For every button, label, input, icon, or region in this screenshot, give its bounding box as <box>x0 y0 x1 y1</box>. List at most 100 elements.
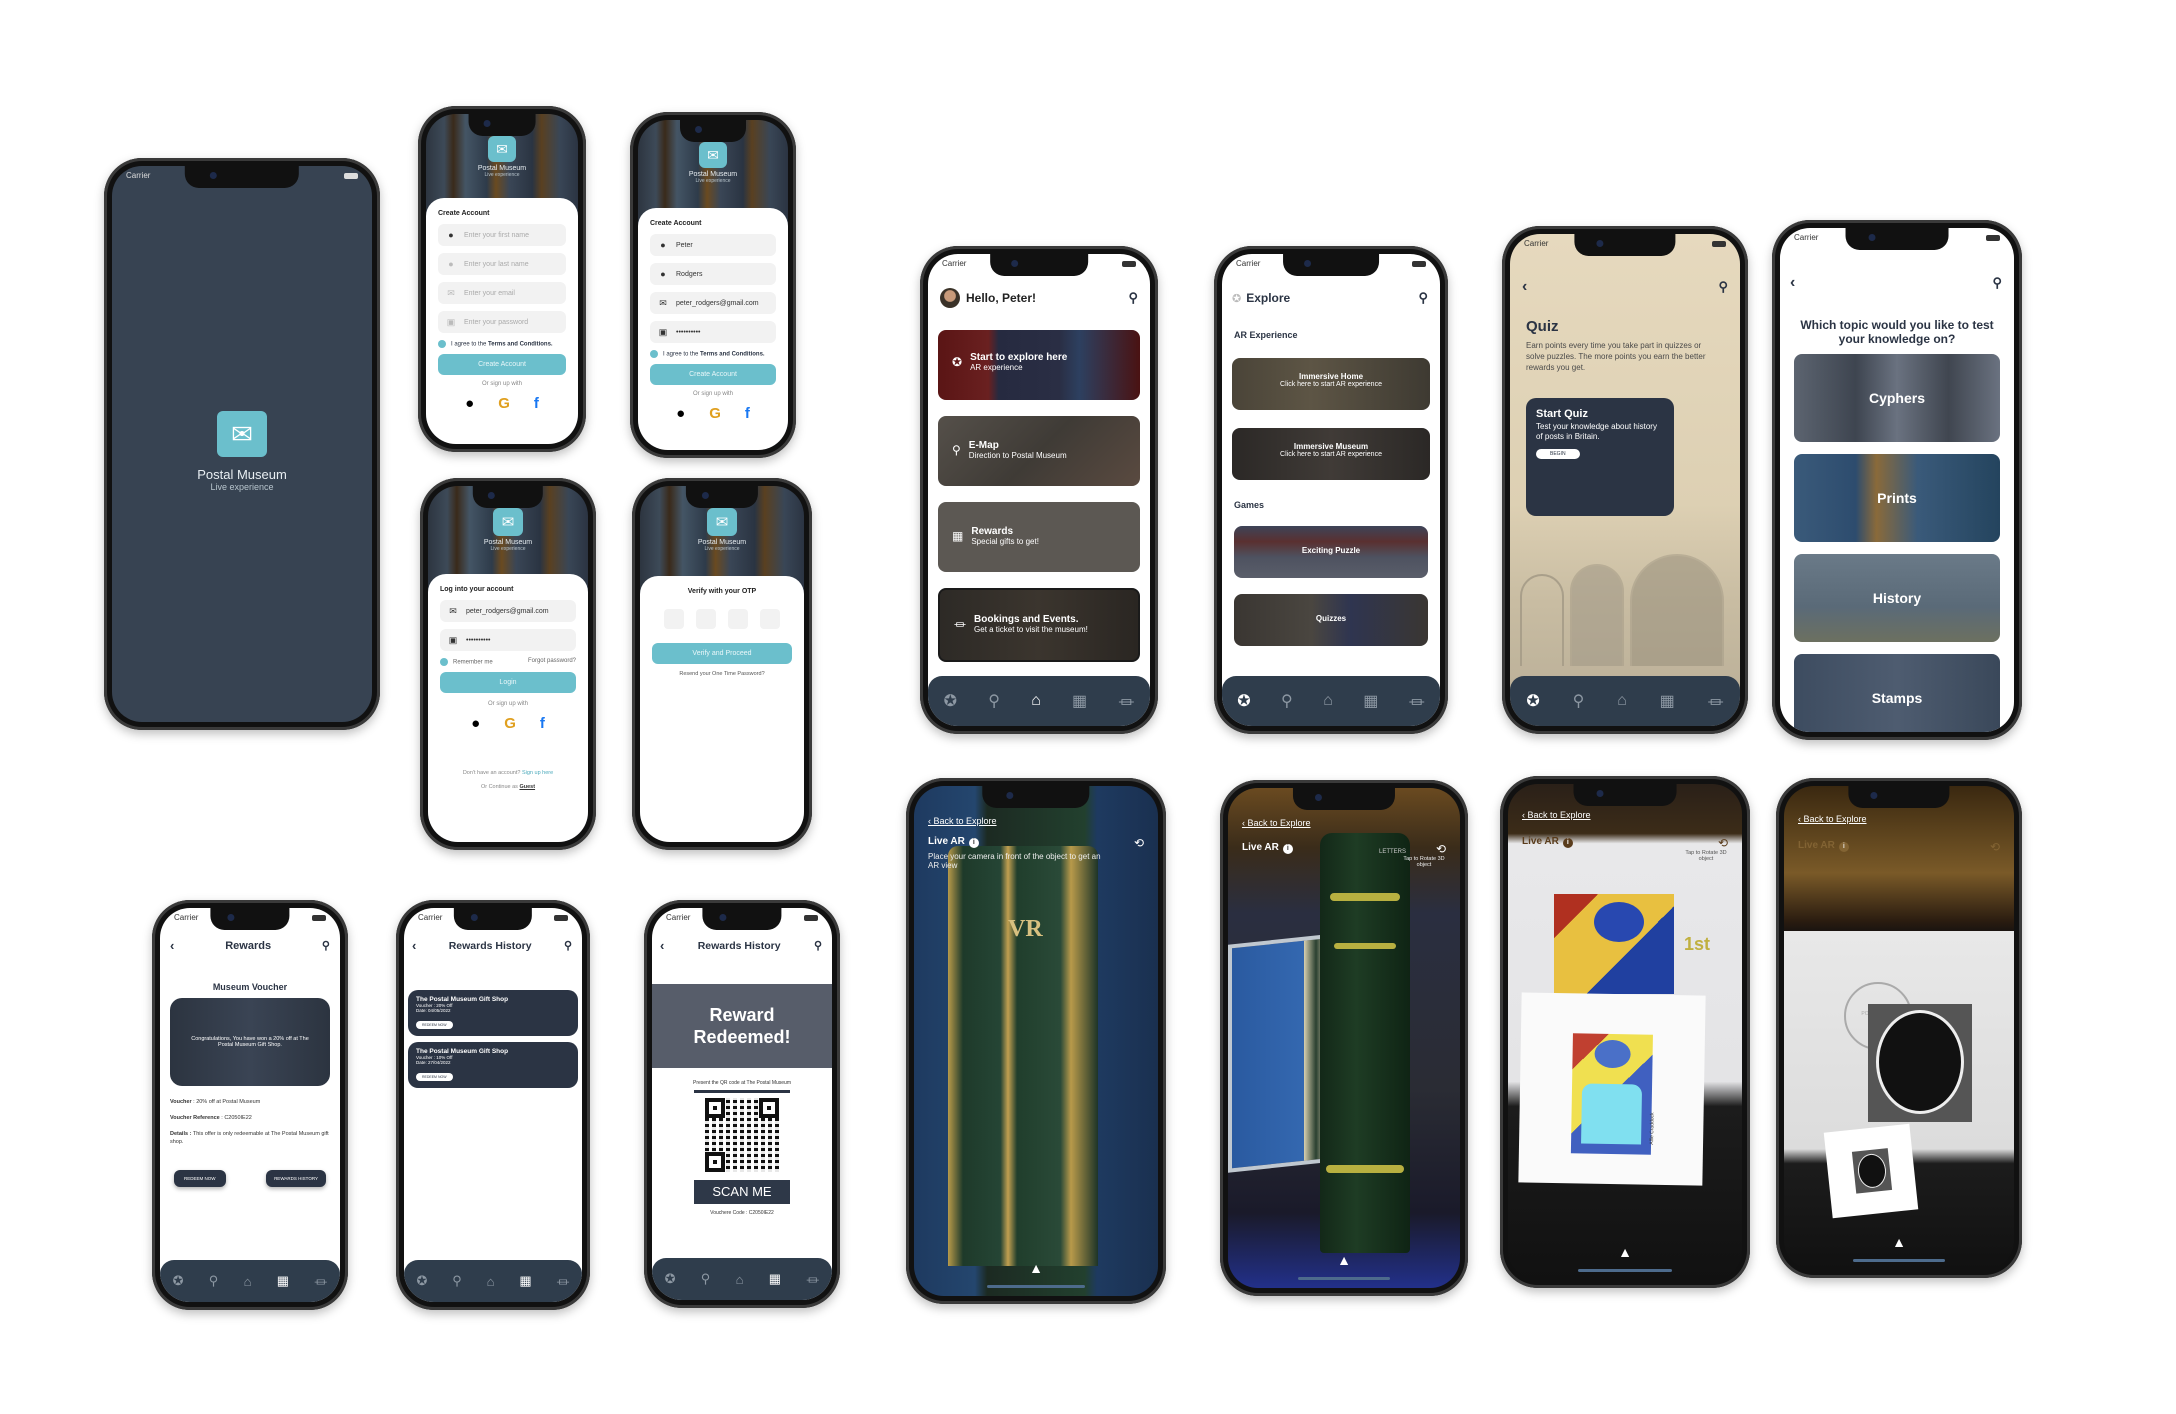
google-icon[interactable]: G <box>709 405 721 422</box>
nav-museum[interactable]: ⏛ <box>314 1272 327 1291</box>
sign-up-link[interactable]: Sign up here <box>522 770 553 776</box>
apple-icon[interactable]: ● <box>465 395 474 412</box>
nav-explore[interactable]: ✪ <box>416 1273 427 1289</box>
back-icon[interactable]: ‹ <box>1522 278 1527 296</box>
nav-museum[interactable]: ⏛ <box>1118 689 1134 713</box>
rotate-3d-icon[interactable]: ⟲ <box>1990 840 2000 854</box>
nav-museum[interactable]: ⏛ <box>806 1270 819 1289</box>
topic-prints[interactable]: Prints <box>1794 454 2000 542</box>
otp-digit-4[interactable] <box>760 609 780 629</box>
begin-button[interactable]: BEGIN <box>1536 449 1580 459</box>
terms-link[interactable]: Terms and Conditions. <box>488 342 553 348</box>
nav-map[interactable]: ⚲ <box>209 1273 219 1289</box>
nav-map[interactable]: ⚲ <box>1281 691 1293 711</box>
home-card-bookings[interactable]: ⏛ Bookings and Events. Get a ticket to vis… <box>938 588 1140 662</box>
nav-explore[interactable]: ✪ <box>944 691 957 711</box>
forgot-password-link[interactable]: Forgot password? <box>528 658 576 666</box>
nav-home[interactable]: ⌂ <box>1617 692 1627 710</box>
home-card-rewards[interactable]: ▦ Rewards Special gifts to get! <box>938 502 1140 572</box>
nav-explore[interactable]: ✪ <box>1526 691 1539 711</box>
nav-rewards[interactable]: ▦ <box>1363 691 1378 711</box>
redeem-now-button[interactable]: REDEEM NOW <box>416 1021 453 1029</box>
exciting-puzzle-card[interactable]: Exciting Puzzle <box>1234 526 1428 578</box>
otp-digit-3[interactable] <box>728 609 748 629</box>
nav-rewards[interactable]: ▦ <box>519 1273 531 1289</box>
search-icon[interactable]: ⚲ <box>1418 290 1428 306</box>
facebook-icon[interactable]: f <box>534 395 539 412</box>
quizzes-card[interactable]: Quizzes <box>1234 594 1428 646</box>
terms-link[interactable]: Terms and Conditions. <box>700 352 765 358</box>
nav-home[interactable]: ⌂ <box>736 1272 744 1287</box>
rotate-3d-icon[interactable]: ⟲ <box>1436 842 1446 856</box>
nav-museum[interactable]: ⏛ <box>1708 689 1724 713</box>
expand-up-icon[interactable]: ▲ <box>1337 1252 1351 1268</box>
back-to-explore-link[interactable]: ‹ Back to Explore <box>1242 818 1446 828</box>
facebook-icon[interactable]: f <box>540 715 545 732</box>
qr-code[interactable] <box>705 1098 779 1172</box>
password-input[interactable]: ▣ Enter your password <box>438 311 566 333</box>
last-name-input[interactable]: ● Rodgers <box>650 263 776 285</box>
redeem-now-button[interactable]: REDEEM NOW <box>174 1170 226 1187</box>
password-input[interactable]: ▣ •••••••••• <box>440 629 576 651</box>
terms-checkbox[interactable]: I agree to the Terms and Conditions. <box>650 350 776 358</box>
info-icon[interactable]: i <box>968 838 979 848</box>
avatar[interactable] <box>940 288 960 308</box>
nav-map[interactable]: ⚲ <box>452 1273 462 1289</box>
email-input[interactable]: ✉ peter_rodgers@gmail.com <box>440 600 576 622</box>
nav-map[interactable]: ⚲ <box>701 1271 711 1287</box>
google-icon[interactable]: G <box>498 395 510 412</box>
otp-digit-2[interactable] <box>696 609 716 629</box>
apple-icon[interactable]: ● <box>471 715 480 732</box>
nav-rewards[interactable]: ▦ <box>1072 691 1087 711</box>
email-input[interactable]: ✉ peter_rodgers@gmail.com <box>650 292 776 314</box>
expand-up-icon[interactable]: ▲ <box>1029 1260 1043 1276</box>
info-icon[interactable]: i <box>1562 838 1573 848</box>
nav-home[interactable]: ⌂ <box>487 1274 495 1289</box>
nav-rewards[interactable]: ▦ <box>277 1273 289 1289</box>
nav-map[interactable]: ⚲ <box>1573 691 1585 711</box>
email-input[interactable]: ✉ Enter your email <box>438 282 566 304</box>
info-icon[interactable]: i <box>1282 844 1293 854</box>
topic-stamps[interactable]: Stamps <box>1794 654 2000 732</box>
history-item[interactable]: The Postal Museum Gift Shop Voucher : 10… <box>408 1042 578 1088</box>
back-to-explore-link[interactable]: ‹ Back to Explore <box>1522 810 1728 820</box>
search-icon[interactable]: ⚲ <box>322 939 330 952</box>
back-icon[interactable]: ‹ <box>412 938 416 953</box>
google-icon[interactable]: G <box>504 715 516 732</box>
last-name-input[interactable]: ● Enter your last name <box>438 253 566 275</box>
rewards-history-button[interactable]: REWARDS HISTORY <box>266 1170 326 1187</box>
search-icon[interactable]: ⚲ <box>564 939 572 952</box>
immersive-home-card[interactable]: Immersive Home Click here to start AR ex… <box>1232 358 1430 410</box>
nav-map[interactable]: ⚲ <box>988 691 1000 711</box>
nav-explore[interactable]: ✪ <box>665 1271 676 1287</box>
expand-up-icon[interactable]: ▲ <box>1618 1244 1632 1260</box>
nav-home[interactable]: ⌂ <box>1323 692 1333 710</box>
first-name-input[interactable]: ● Peter <box>650 234 776 256</box>
search-icon[interactable]: ⚲ <box>1718 279 1728 295</box>
immersive-museum-card[interactable]: Immersive Museum Click here to start AR … <box>1232 428 1430 480</box>
nav-explore[interactable]: ✪ <box>173 1273 184 1289</box>
topic-history[interactable]: History <box>1794 554 2000 642</box>
home-card-emap[interactable]: ⚲ E-Map Direction to Postal Museum <box>938 416 1140 486</box>
first-name-input[interactable]: ● Enter your first name <box>438 224 566 246</box>
nav-museum[interactable]: ⏛ <box>1409 689 1425 713</box>
create-account-button[interactable]: Create Account <box>650 364 776 385</box>
info-icon[interactable]: i <box>1838 842 1849 852</box>
back-to-explore-link[interactable]: ‹ Back to Explore <box>1798 814 2000 824</box>
guest-link[interactable]: Guest <box>519 784 535 790</box>
remember-me-checkbox[interactable]: Remember me <box>440 658 493 666</box>
home-card-explore[interactable]: ✪ Start to explore here AR experience <box>938 330 1140 400</box>
otp-digit-1[interactable] <box>664 609 684 629</box>
apple-icon[interactable]: ● <box>676 405 685 422</box>
redeem-now-button[interactable]: REDEEM NOW <box>416 1073 453 1081</box>
nav-rewards[interactable]: ▦ <box>769 1271 781 1287</box>
nav-museum[interactable]: ⏛ <box>557 1272 570 1291</box>
create-account-button[interactable]: Create Account <box>438 354 566 375</box>
back-icon[interactable]: ‹ <box>170 938 174 953</box>
search-icon[interactable]: ⚲ <box>814 939 822 952</box>
back-to-explore-link[interactable]: ‹ Back to Explore <box>928 816 1144 826</box>
resend-otp-link[interactable]: Resend your One Time Password? <box>652 671 792 677</box>
back-icon[interactable]: ‹ <box>1790 274 1795 292</box>
nav-explore[interactable]: ✪ <box>1237 691 1250 711</box>
search-icon[interactable]: ⚲ <box>1128 290 1138 306</box>
